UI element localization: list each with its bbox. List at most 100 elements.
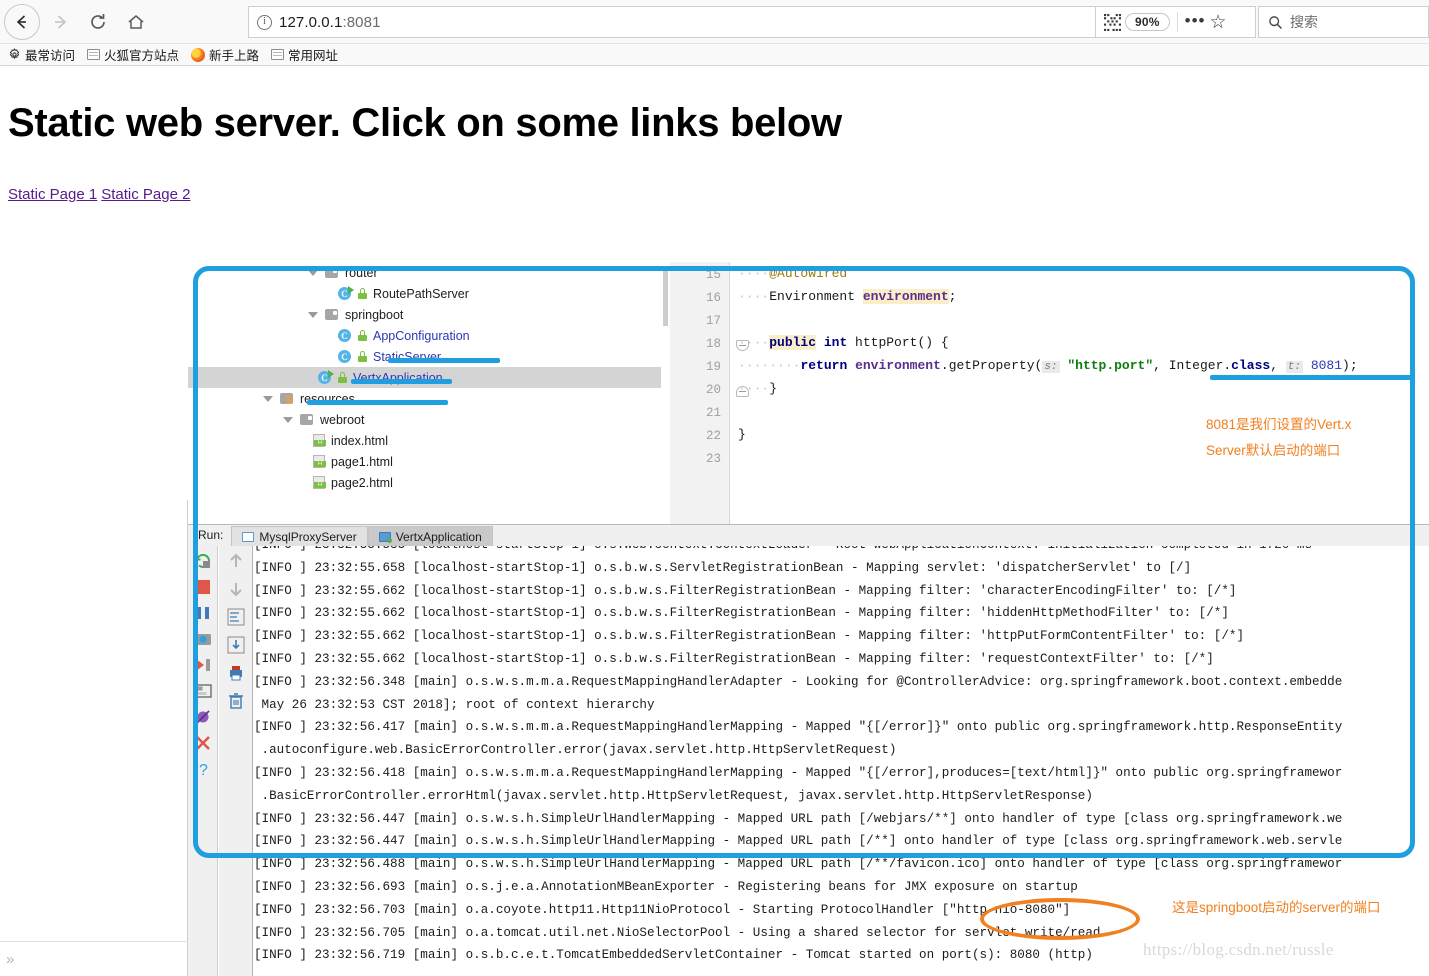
- tree-item-label: RoutePathServer: [373, 286, 469, 301]
- bookmark-item-firefox-site[interactable]: 火狐官方站点: [87, 45, 179, 64]
- line-number: 21: [705, 406, 721, 420]
- bookmark-label: 火狐官方站点: [104, 49, 180, 63]
- tree-item-label: AppConfiguration: [373, 328, 470, 343]
- toolbar-right-group: 90% ••• ☆: [1096, 6, 1256, 38]
- resources-folder-icon: [280, 393, 293, 404]
- tree-item-index-html[interactable]: index.html: [188, 430, 670, 451]
- url-text: 127.0.0.1:8081: [279, 13, 381, 31]
- lock-icon: [358, 351, 367, 362]
- annotation-line: Server默认启动的端口: [1206, 443, 1341, 459]
- param-hint-s: s:: [1042, 361, 1060, 373]
- chevron-down-icon[interactable]: [308, 269, 318, 276]
- resume-icon[interactable]: [194, 656, 212, 674]
- class-run-icon: C: [338, 286, 354, 300]
- console-line: [INFO ] 23:32:55.658 [localhost-startSto…: [254, 560, 1192, 575]
- scroll-to-end-icon[interactable]: [227, 636, 245, 654]
- bookmark-label: 最常访问: [25, 49, 76, 63]
- line-number: 15: [705, 268, 721, 282]
- watermark: https://blog.csdn.net/russle: [1143, 940, 1334, 959]
- tree-item-static-server[interactable]: C StaticServer: [188, 346, 670, 367]
- screenshot-root: i 127.0.0.1:8081 90% ••• ☆ 搜索 最常访问 火狐官方站…: [0, 0, 1429, 976]
- run-label: Run:: [198, 528, 224, 542]
- search-placeholder: 搜索: [1290, 14, 1318, 30]
- tree-item-page2-html[interactable]: page2.html: [188, 472, 670, 493]
- address-bar[interactable]: i 127.0.0.1:8081: [248, 6, 1096, 38]
- folder-icon: [325, 267, 338, 278]
- firefox-icon: [191, 47, 206, 62]
- chevron-down-icon[interactable]: [308, 311, 318, 318]
- down-arrow-icon[interactable]: [227, 580, 245, 598]
- home-button[interactable]: [118, 4, 154, 40]
- tree-item-page1-html[interactable]: page1.html: [188, 451, 670, 472]
- bookmark-item-common-sites[interactable]: 常用网址: [271, 45, 338, 64]
- rerun-icon[interactable]: [194, 552, 212, 570]
- console-icon: [242, 531, 255, 542]
- folder-icon: [300, 414, 313, 425]
- bookmark-item-getting-started[interactable]: 新手上路: [191, 45, 259, 64]
- editor-gutter: 15 16 17 18 19 20 21 22 23: [670, 262, 730, 524]
- browser-toolbar: i 127.0.0.1:8081 90% ••• ☆ 搜索: [0, 0, 1429, 44]
- class-icon: C: [338, 329, 351, 342]
- bookmark-label: 常用网址: [288, 49, 339, 63]
- search-bar[interactable]: 搜索: [1258, 6, 1429, 38]
- link-static-page-1[interactable]: Static Page 1: [8, 186, 97, 203]
- up-arrow-icon[interactable]: [227, 552, 245, 570]
- tree-scrollbar[interactable]: [661, 262, 670, 524]
- chevron-down-icon[interactable]: [283, 416, 293, 423]
- tree-item-resources[interactable]: resources: [188, 388, 670, 409]
- zoom-level-indicator[interactable]: 90%: [1125, 13, 1170, 31]
- soft-wrap-icon[interactable]: [227, 608, 245, 626]
- tree-item-label: index.html: [331, 433, 388, 448]
- console-line: [INFO ] 23:32:55.662 [localhost-startSto…: [254, 606, 1229, 621]
- tree-item-route-path-server[interactable]: C RoutePathServer: [188, 283, 670, 304]
- run-tab-vertxapplication[interactable]: VertxApplication: [367, 526, 493, 546]
- chevron-down-icon[interactable]: [263, 395, 273, 402]
- trash-icon[interactable]: [227, 692, 245, 710]
- tree-item-label: page1.html: [331, 454, 393, 469]
- expand-chevron-icon[interactable]: »: [6, 951, 14, 968]
- page-info-icon[interactable]: i: [257, 14, 272, 30]
- tree-item-router[interactable]: router: [188, 262, 670, 283]
- line-number: 18: [705, 337, 721, 351]
- help-icon[interactable]: ?: [194, 760, 212, 778]
- run-tab-mysqlproxyserver[interactable]: MysqlProxyServer: [231, 526, 368, 546]
- mute-breakpoints-icon[interactable]: [194, 708, 212, 726]
- html-file-icon: [313, 476, 326, 489]
- annotation-underline: [1210, 375, 1415, 380]
- ide-screenshot-image: router C RoutePathServer springboot C Ap…: [188, 262, 1429, 976]
- editor-scrollbar[interactable]: [1420, 262, 1429, 524]
- stop-icon[interactable]: [194, 578, 212, 596]
- reload-button[interactable]: [80, 4, 116, 40]
- bookmark-item-most-visited[interactable]: 最常访问: [8, 45, 75, 64]
- back-button[interactable]: [4, 3, 40, 40]
- console-line: [INFO ] 23:32:55.662 [localhost-startSto…: [254, 651, 1214, 666]
- layout-icon[interactable]: [193, 682, 212, 700]
- tree-item-app-configuration[interactable]: C AppConfiguration: [188, 325, 670, 346]
- console-line: [INFO ] 23:32:55.662 [localhost-startSto…: [254, 583, 1237, 598]
- more-dots-icon[interactable]: •••: [1185, 12, 1206, 33]
- annotation-springboot-port-note: 这是springboot启动的server的端口: [1172, 900, 1381, 915]
- ide-upper-area: router C RoutePathServer springboot C Ap…: [188, 262, 1429, 524]
- run-toolbar-right: [219, 546, 253, 976]
- project-tree-panel: router C RoutePathServer springboot C Ap…: [188, 262, 670, 524]
- bookmarks-bar: 最常访问 火狐官方站点 新手上路 常用网址: [0, 44, 1429, 66]
- print-icon[interactable]: [227, 664, 245, 682]
- class-run-icon: C: [318, 370, 334, 384]
- console-line: [INFO ] 23:32:56.447 [main] o.s.w.s.h.Si…: [254, 834, 1343, 849]
- tree-item-webroot[interactable]: webroot: [188, 409, 670, 430]
- tree-item-springboot[interactable]: springboot: [188, 304, 670, 325]
- field-environment: environment: [862, 289, 949, 304]
- forward-button[interactable]: [42, 4, 78, 40]
- run-tab-label: VertxApplication: [395, 529, 482, 544]
- close-icon[interactable]: [194, 734, 212, 752]
- qr-reader-icon[interactable]: [1104, 13, 1121, 31]
- star-icon[interactable]: ☆: [1209, 13, 1226, 32]
- camera-icon[interactable]: [194, 630, 212, 648]
- tree-item-vertx-application[interactable]: C VertxApplication: [188, 367, 670, 388]
- param-hint-t: t:: [1285, 361, 1303, 373]
- default-port-value: 8081: [1310, 358, 1343, 373]
- html-file-icon: [313, 455, 326, 468]
- pause-icon[interactable]: [194, 604, 212, 622]
- folder-icon: [87, 49, 101, 60]
- link-static-page-2[interactable]: Static Page 2: [101, 186, 190, 203]
